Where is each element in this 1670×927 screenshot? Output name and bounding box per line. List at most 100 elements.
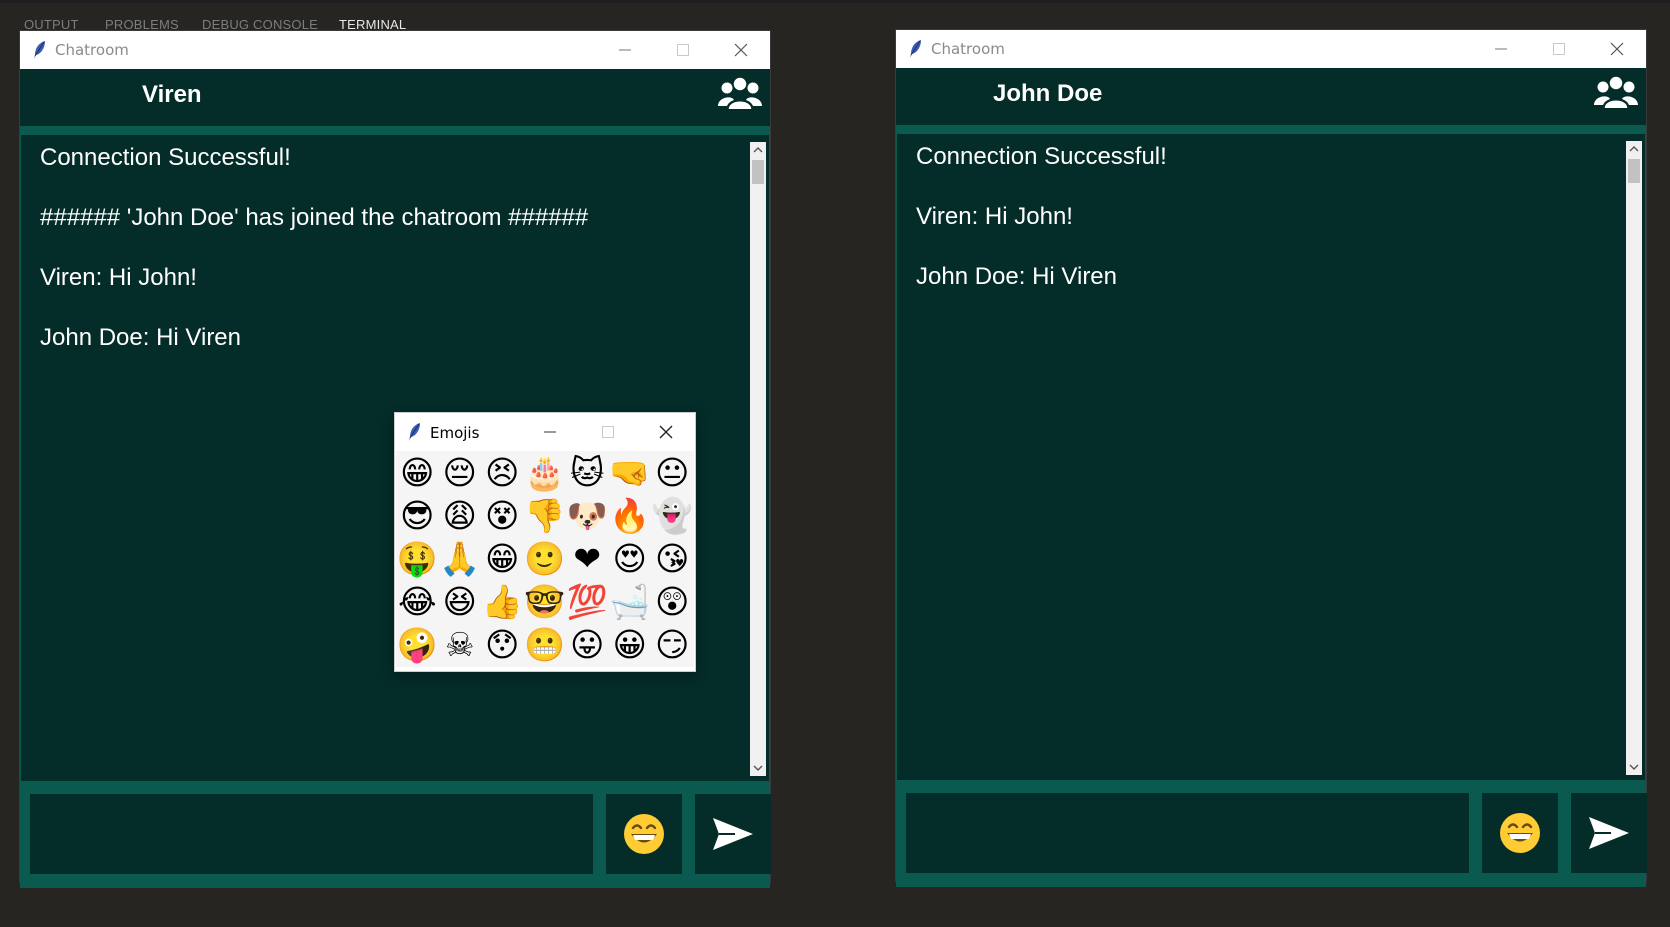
send-arrow-icon <box>713 818 753 850</box>
send-arrow-icon <box>1589 817 1629 849</box>
emoji-option[interactable]: ☠ <box>439 623 482 666</box>
minimize-button[interactable] <box>521 413 579 451</box>
emoji-option[interactable]: 👍 <box>481 580 524 623</box>
users-icon[interactable] <box>718 73 762 113</box>
send-button[interactable] <box>1571 793 1647 873</box>
emoji-option[interactable]: 😲 <box>651 580 694 623</box>
maximize-icon <box>602 426 614 438</box>
scroll-down-arrow[interactable] <box>750 760 766 776</box>
emoji-button[interactable] <box>1482 793 1558 873</box>
message-line: Viren: Hi John! <box>40 264 197 291</box>
emoji-option[interactable]: 🐶 <box>566 494 609 537</box>
minimize-button[interactable] <box>1472 30 1530 68</box>
emoji-option[interactable]: 😎 <box>396 494 439 537</box>
tab-output[interactable]: OUTPUT <box>24 17 79 32</box>
emoji-option[interactable]: 😯 <box>481 623 524 666</box>
close-button[interactable] <box>1588 30 1646 68</box>
maximize-icon <box>1553 43 1565 55</box>
emoji-option[interactable]: 😘 <box>651 537 694 580</box>
scroll-up-arrow[interactable] <box>1626 141 1642 157</box>
emoji-option[interactable]: 😀 <box>609 623 652 666</box>
emoji-option[interactable]: 🐱 <box>566 451 609 494</box>
emoji-option[interactable]: 🎂 <box>524 451 567 494</box>
emoji-option[interactable]: 🤪 <box>396 623 439 666</box>
chevron-down-icon <box>1629 764 1639 770</box>
emoji-option[interactable]: 😁 <box>481 537 524 580</box>
message-input[interactable] <box>30 794 593 874</box>
emoji-option[interactable]: 😔 <box>439 451 482 494</box>
tab-terminal[interactable]: TERMINAL <box>339 17 406 32</box>
feather-icon <box>910 40 921 58</box>
emoji-grid: 😁 😔 😣 🎂 🐱 🤜 😐 😎 😩 😵 👎 🐶 🔥 👻 🤑 🙏 😁 🙂 ❤ 😍 😘 😂 😆 👍 🤓 💯 🛁 😲 🤪 ☠ 😯 😬 😛 😀 😏 <box>396 451 694 667</box>
emoji-option[interactable]: ❤ <box>566 537 609 580</box>
minimize-button[interactable] <box>596 31 654 69</box>
maximize-button[interactable] <box>654 31 712 69</box>
close-button[interactable] <box>712 31 770 69</box>
chat-log[interactable]: Connection Successful! Viren: Hi John! J… <box>896 133 1646 781</box>
title-bar[interactable]: Chatroom <box>896 30 1646 68</box>
message-input[interactable] <box>906 793 1469 873</box>
vertical-scrollbar[interactable] <box>750 142 766 776</box>
emoji-option[interactable]: 🛁 <box>609 580 652 623</box>
maximize-button[interactable] <box>1530 30 1588 68</box>
tab-debug-console[interactable]: DEBUG CONSOLE <box>202 17 318 32</box>
users-icon[interactable] <box>1594 72 1638 112</box>
vertical-scrollbar[interactable] <box>1626 141 1642 775</box>
emoji-picker-window: Emojis 😁 😔 😣 🎂 🐱 🤜 😐 😎 😩 😵 👎 🐶 🔥 👻 🤑 🙏 😁 🙂 ❤ 😍 😘 😂 😆 👍 🤓 💯 🛁 😲 🤪 ☠ 😯 😬 😛… <box>395 413 695 671</box>
chat-header: Viren <box>20 69 770 126</box>
window-title: Chatroom <box>55 41 129 59</box>
emoji-option[interactable]: 👻 <box>651 494 694 537</box>
scrollbar-thumb[interactable] <box>1628 159 1640 183</box>
window-title: Chatroom <box>931 40 1005 58</box>
emoji-option[interactable]: 😬 <box>524 623 567 666</box>
maximize-button[interactable] <box>579 413 637 451</box>
vscode-panel-tabs: OUTPUT PROBLEMS DEBUG CONSOLE TERMINAL <box>0 0 1670 34</box>
emoji-option[interactable]: 👎 <box>524 494 567 537</box>
message-list: Connection Successful! ###### 'John Doe'… <box>40 138 739 378</box>
emoji-option[interactable]: 😏 <box>651 623 694 666</box>
chevron-up-icon <box>1629 146 1639 152</box>
emoji-option[interactable]: 😣 <box>481 451 524 494</box>
close-button[interactable] <box>637 413 695 451</box>
emoji-option[interactable]: 🔥 <box>609 494 652 537</box>
emoji-option[interactable]: 😐 <box>651 451 694 494</box>
emoji-option[interactable]: 😁 <box>396 451 439 494</box>
message-line: Connection Successful! <box>40 144 291 171</box>
message-line: John Doe: Hi Viren <box>40 324 241 351</box>
chevron-up-icon <box>753 147 763 153</box>
message-line: John Doe: Hi Viren <box>916 263 1117 290</box>
chatroom-window-viren: Chatroom Viren Connection Successful! ##… <box>20 31 771 888</box>
emoji-option[interactable]: 😆 <box>439 580 482 623</box>
scroll-up-arrow[interactable] <box>750 142 766 158</box>
emoji-option[interactable]: 💯 <box>566 580 609 623</box>
message-line: Connection Successful! <box>916 143 1167 170</box>
emoji-option[interactable]: 😛 <box>566 623 609 666</box>
emoji-option[interactable]: 🙏 <box>439 537 482 580</box>
emoji-option[interactable]: 🤜 <box>609 451 652 494</box>
send-button[interactable] <box>695 794 771 874</box>
scroll-down-arrow[interactable] <box>1626 759 1642 775</box>
compose-bar <box>20 782 771 888</box>
message-line: ###### 'John Doe' has joined the chatroo… <box>40 204 589 231</box>
emoji-option[interactable]: 😩 <box>439 494 482 537</box>
tab-problems[interactable]: PROBLEMS <box>105 17 179 32</box>
emoji-button[interactable] <box>606 794 682 874</box>
compose-bar <box>896 781 1647 887</box>
emoji-option[interactable]: 🤓 <box>524 580 567 623</box>
emoji-option[interactable]: 😂 <box>396 580 439 623</box>
emoji-option[interactable]: 😍 <box>609 537 652 580</box>
feather-icon <box>409 423 420 441</box>
grin-emoji-icon <box>1500 813 1540 853</box>
title-bar[interactable]: Emojis <box>395 413 695 451</box>
close-icon <box>734 43 748 57</box>
close-icon <box>659 425 673 439</box>
maximize-icon <box>677 44 689 56</box>
chatroom-window-john-doe: Chatroom John Doe Connection Successful!… <box>896 30 1647 887</box>
emoji-option[interactable]: 🤑 <box>396 537 439 580</box>
emoji-option[interactable]: 🙂 <box>524 537 567 580</box>
message-list: Connection Successful! Viren: Hi John! J… <box>916 137 1615 317</box>
title-bar[interactable]: Chatroom <box>20 31 770 69</box>
emoji-option[interactable]: 😵 <box>481 494 524 537</box>
minimize-icon <box>1495 48 1507 50</box>
scrollbar-thumb[interactable] <box>752 160 764 184</box>
